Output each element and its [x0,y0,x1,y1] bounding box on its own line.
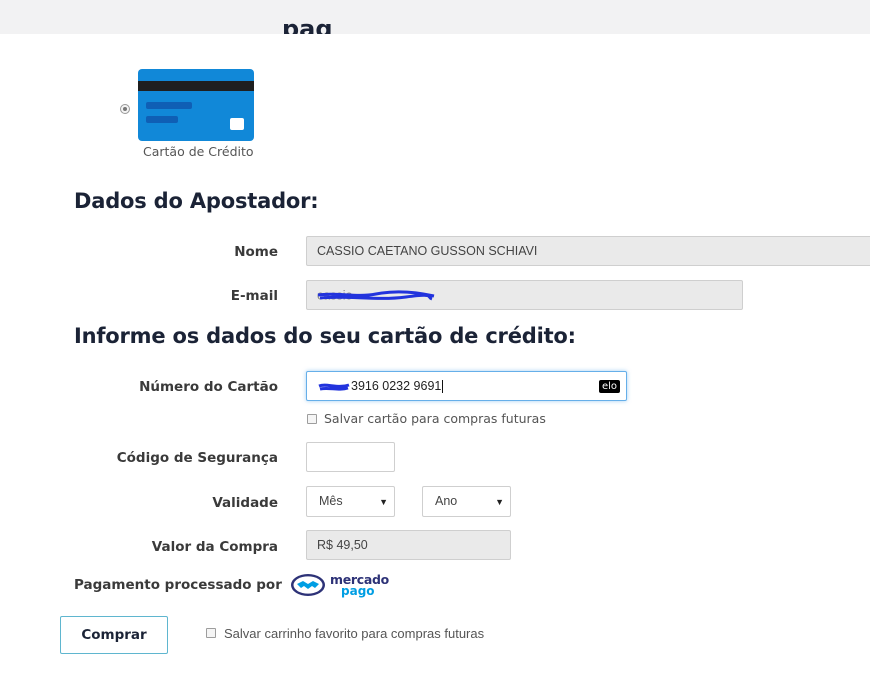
amount-field: R$ 49,50 [306,530,511,560]
validity-label: Validade [212,495,278,511]
month-select[interactable]: Mês ▼ [306,486,395,517]
card-chip [230,118,244,130]
amount-label: Valor da Compra [151,539,278,555]
dropdown-arrow-icon: ▼ [379,497,388,507]
text-caret [442,380,444,394]
page-title-fragment: pag [282,17,333,34]
card-stripe [138,81,254,91]
credit-card-radio[interactable] [120,104,130,114]
mercado-pago-text-2: pago [341,584,375,598]
top-header-strip [0,0,870,34]
dropdown-arrow-icon: ▼ [495,497,504,507]
elo-brand-icon: elo [598,380,620,393]
name-field[interactable]: CASSIO CAETANO GUSSON SCHIAVI [306,236,870,266]
payment-method-label: Cartão de Crédito [143,144,254,159]
month-value: Mês [319,494,343,508]
card-number-label: Número do Cartão [139,379,278,395]
card-line [146,116,178,123]
card-line [146,102,192,109]
credit-card-icon[interactable] [138,69,254,141]
save-cart-checkbox[interactable] [206,628,216,638]
card-section-title: Informe os dados do seu cartão de crédit… [74,324,576,348]
security-code-input[interactable] [306,442,395,472]
card-number-value: 3916 0232 9691 [351,379,442,393]
redaction-scribble [317,290,435,301]
year-select[interactable]: Ano ▼ [422,486,511,517]
save-card-checkbox[interactable] [307,414,317,424]
name-label: Nome [234,244,278,260]
bettor-section-title: Dados do Apostador: [74,189,319,213]
security-code-label: Código de Segurança [116,450,278,466]
buy-button[interactable]: Comprar [60,616,168,654]
redaction-scribble [318,383,350,391]
save-card-label: Salvar cartão para compras futuras [324,411,546,426]
processed-by-label: Pagamento processado por [74,577,282,593]
card-number-input[interactable]: 3916 0232 9691 elo [306,371,627,401]
email-field[interactable]: cassio [306,280,743,310]
save-cart-label: Salvar carrinho favorito para compras fu… [224,626,485,641]
email-label: E-mail [230,288,278,304]
year-value: Ano [435,494,458,508]
